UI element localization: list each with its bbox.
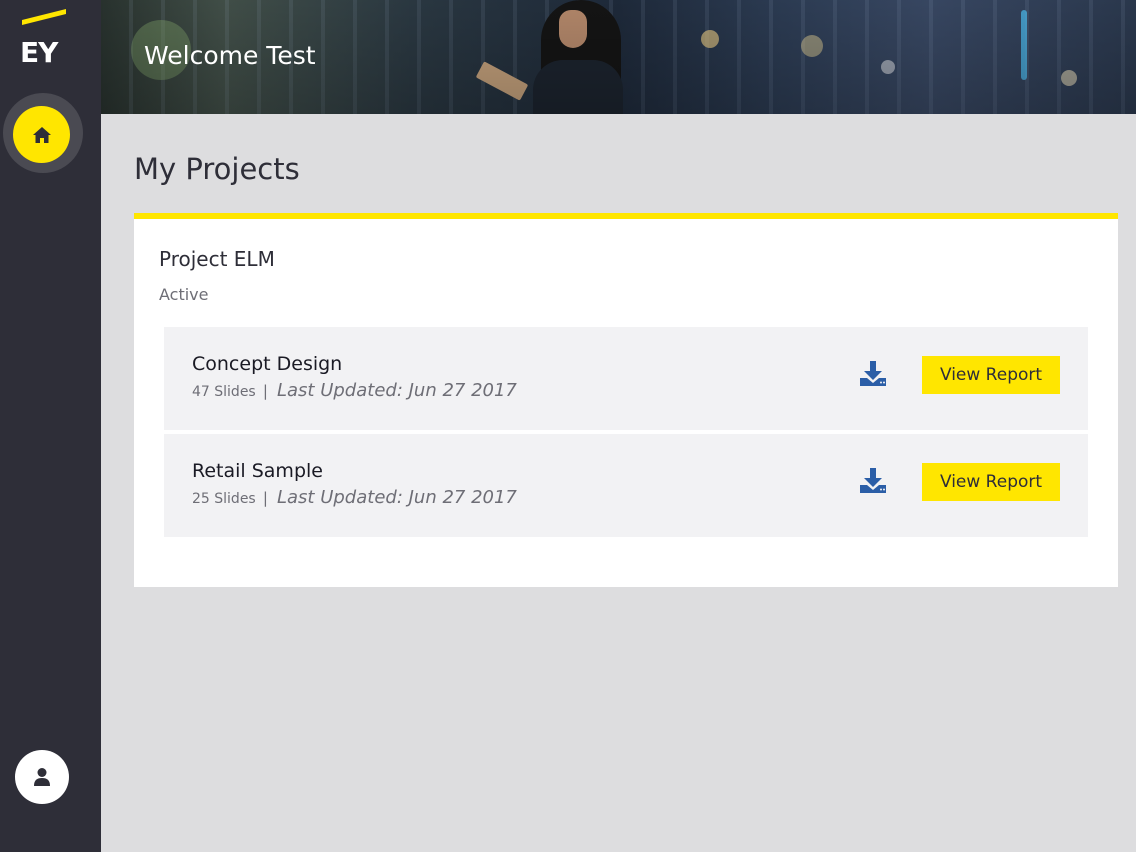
report-name: Retail Sample: [192, 460, 323, 482]
meta-separator: |: [262, 382, 268, 400]
slide-count: 47 Slides: [192, 384, 256, 400]
last-updated: Last Updated: Jun 27 2017: [276, 487, 517, 508]
report-name: Concept Design: [192, 353, 343, 375]
view-report-button[interactable]: View Report: [922, 463, 1060, 501]
user-icon: [34, 768, 50, 786]
logo-beam: [22, 9, 66, 25]
report-meta: 47 Slides | Last Updated: Jun 27 2017: [192, 380, 517, 401]
download-icon[interactable]: [859, 360, 887, 388]
last-updated: Last Updated: Jun 27 2017: [276, 380, 517, 401]
project-status: Active: [159, 285, 209, 304]
report-row: Concept Design 47 Slides | Last Updated:…: [164, 327, 1088, 430]
project-card: Project ELM Active Concept Design 47 Sli…: [134, 213, 1118, 587]
welcome-title: Welcome Test: [144, 41, 316, 70]
meta-separator: |: [262, 489, 268, 507]
download-icon[interactable]: [859, 467, 887, 495]
home-button[interactable]: [13, 106, 70, 163]
sidebar: EY: [0, 0, 101, 852]
ey-logo: EY: [18, 9, 70, 69]
report-row: Retail Sample 25 Slides | Last Updated: …: [164, 434, 1088, 537]
home-icon: [32, 126, 51, 143]
report-meta: 25 Slides | Last Updated: Jun 27 2017: [192, 487, 517, 508]
view-report-button[interactable]: View Report: [922, 356, 1060, 394]
logo-text: EY: [20, 36, 58, 69]
slide-count: 25 Slides: [192, 491, 256, 507]
user-profile-button[interactable]: [15, 750, 69, 804]
page-title: My Projects: [134, 152, 300, 186]
header-banner: Welcome Test: [101, 0, 1136, 114]
project-name: Project ELM: [159, 247, 275, 271]
